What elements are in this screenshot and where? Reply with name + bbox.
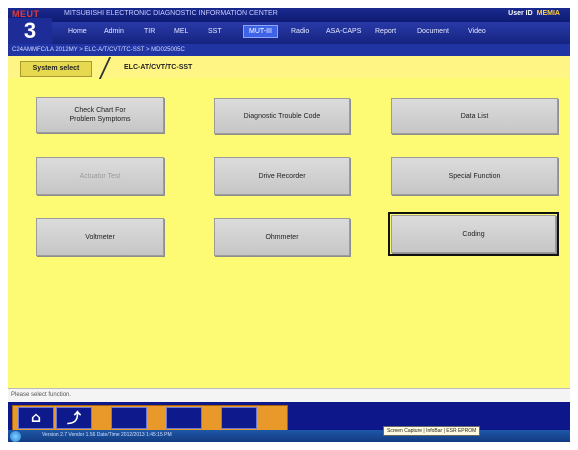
menu-radio[interactable]: Radio	[291, 28, 309, 35]
data-list-button[interactable]: Data List	[391, 98, 558, 134]
menu-report[interactable]: Report	[375, 28, 396, 35]
user-id: User ID MEMIA	[508, 10, 560, 17]
empty-slot-1	[111, 407, 147, 429]
empty-slot-2	[166, 407, 202, 429]
tab-strip	[8, 56, 570, 78]
menu-sst[interactable]: SST	[208, 28, 222, 35]
app-window: MEUT MITSUBISHI ELECTRONIC DIAGNOSTIC IN…	[8, 8, 570, 442]
user-id-value: MEMIA	[536, 10, 560, 17]
voltmeter-button[interactable]: Voltmeter	[36, 218, 164, 256]
taskbar-tooltip: Screen Capture | InfoBar | ESR EPROM	[383, 426, 481, 436]
menu-video[interactable]: Video	[468, 28, 486, 35]
start-button-icon[interactable]	[10, 431, 21, 442]
menu-document[interactable]: Document	[417, 28, 449, 35]
actuator-test-button: Actuator Test	[36, 157, 164, 195]
tab-system-select[interactable]: System select	[20, 61, 92, 77]
mut-3-badge: 3	[8, 18, 52, 44]
tab-ecu-name: ELC-AT/CVT/TC-SST	[124, 64, 193, 71]
empty-slot-3	[221, 407, 257, 429]
menu-asa-caps[interactable]: ASA-CAPS	[326, 28, 361, 35]
user-id-label: User ID	[508, 10, 533, 17]
drive-recorder-button[interactable]: Drive Recorder	[214, 157, 350, 195]
special-function-button[interactable]: Special Function	[391, 157, 558, 195]
menu-mel[interactable]: MEL	[174, 28, 188, 35]
menu-mut-iii[interactable]: MUT-III	[243, 25, 278, 38]
home-icon[interactable]: ⌂	[18, 407, 54, 429]
app-title: MITSUBISHI ELECTRONIC DIAGNOSTIC INFORMA…	[64, 10, 278, 17]
menu-home[interactable]: Home	[68, 28, 87, 35]
menu-admin[interactable]: Admin	[104, 28, 124, 35]
menu-tir[interactable]: TIR	[144, 28, 155, 35]
status-bar: Please select function.	[8, 388, 570, 402]
check-chart-button[interactable]: Check Chart For Problem Symptoms	[36, 97, 164, 133]
ohmmeter-button[interactable]: Ohmmeter	[214, 218, 350, 256]
diagnostic-trouble-code-button[interactable]: Diagnostic Trouble Code	[214, 98, 350, 134]
breadcrumb: C24AMMFC/LA 2012MY > ELC-A/T/CVT/TC-SST …	[8, 44, 570, 56]
back-icon[interactable]: ⤴	[56, 407, 92, 429]
coding-button[interactable]: Coding	[388, 212, 559, 256]
version-info: Version 2.7 Vendor 1.56 Date/Time 2012/2…	[42, 432, 172, 438]
